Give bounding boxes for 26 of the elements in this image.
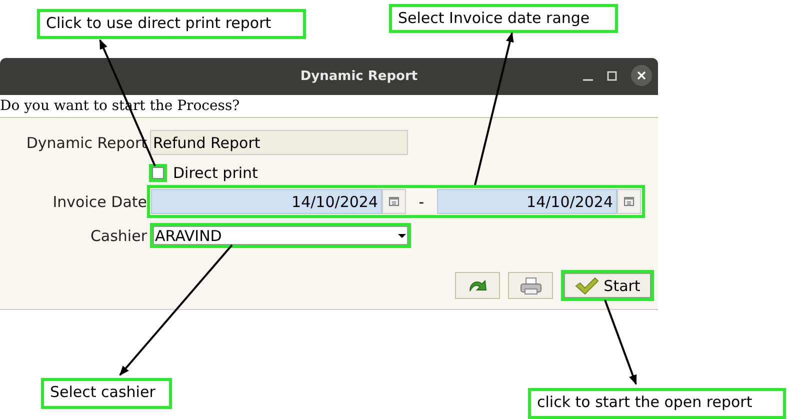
- window-title: Dynamic Report: [299, 69, 418, 84]
- date-field[interactable]: 14/10/2024: [151, 189, 382, 214]
- refresh-button[interactable]: [455, 272, 500, 299]
- cashier-dropdown[interactable]: ARAVIND: [150, 223, 411, 248]
- report-field[interactable]: Refund Report: [150, 130, 408, 155]
- checkbox[interactable]: [152, 167, 164, 179]
- callout-label: Click to use direct print report: [37, 9, 306, 39]
- checkbox-label: Direct print: [173, 164, 258, 182]
- checkmark-icon: [574, 276, 599, 294]
- callout-label: Select Invoice date range: [389, 4, 618, 33]
- start-button[interactable]: Start: [561, 270, 654, 301]
- printer-icon: [520, 276, 542, 294]
- field-label: Invoice Date: [52, 192, 147, 210]
- calendar-button[interactable]: [617, 189, 641, 214]
- maximize-icon[interactable]: [607, 70, 617, 80]
- field-label: Cashier: [89, 226, 147, 244]
- calendar-icon: [624, 197, 634, 206]
- date-field[interactable]: 14/10/2024: [437, 189, 617, 214]
- dropdown-arrow-icon: [398, 234, 406, 238]
- calendar-icon: [389, 197, 399, 206]
- print-button[interactable]: [508, 272, 553, 299]
- callout-label: click to start the open report: [528, 388, 786, 419]
- callout-label: Select cashier: [41, 378, 172, 409]
- range-separator: -: [418, 192, 426, 210]
- close-icon[interactable]: [631, 65, 652, 86]
- calendar-button[interactable]: [382, 189, 406, 214]
